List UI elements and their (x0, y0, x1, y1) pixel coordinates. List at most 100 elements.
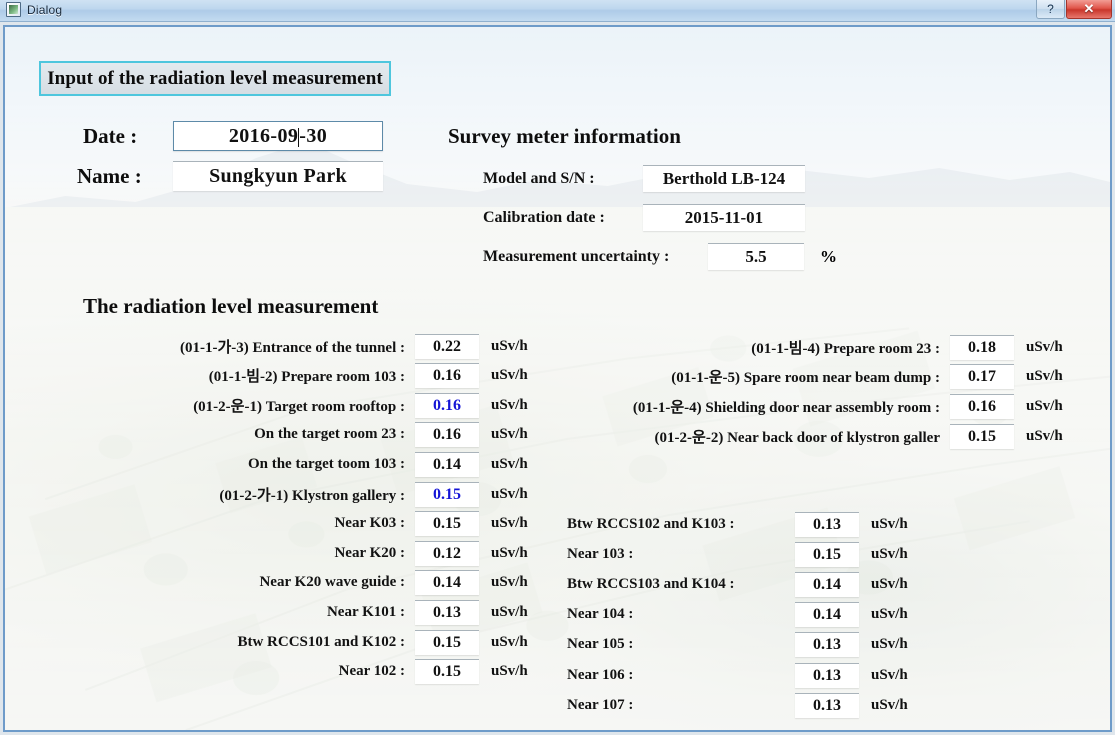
measurement-row: Near K20 wave guide : 0.14 uSv/h (105, 570, 528, 596)
measurement-value-input[interactable]: 0.18 (950, 334, 1014, 360)
measurement-value-input[interactable]: 0.22 (415, 333, 479, 359)
dialog-client-area: Input of the radiation level measurement… (0, 22, 1115, 735)
measurement-unit: uSv/h (1026, 368, 1063, 385)
survey-uncertainty-row: Measurement uncertainty : 5.5 % (483, 243, 837, 270)
measurement-unit: uSv/h (871, 515, 908, 532)
measurement-label: Near 102 : (338, 663, 405, 680)
measurement-label: (01-1-가-3) Entrance of the tunnel : (179, 339, 405, 356)
measurement-unit: uSv/h (491, 515, 528, 532)
titlebar-left-group: Dialog (6, 2, 62, 17)
measurement-value-input[interactable]: 0.13 (795, 692, 859, 718)
window-title: Dialog (27, 2, 63, 17)
measurement-unit: uSv/h (871, 666, 908, 683)
measurement-value-input[interactable]: 0.15 (415, 511, 479, 537)
measurement-row: Near 106 : 0.13 uSv/h (567, 662, 908, 688)
measurement-value-input[interactable]: 0.13 (795, 662, 859, 688)
measurement-value-input[interactable]: 0.15 (950, 423, 1014, 449)
measurement-row: Btw RCCS102 and K103 : 0.13 uSv/h (567, 511, 908, 537)
measurement-unit: uSv/h (491, 663, 528, 680)
measurement-label: On the target room 23 : (254, 426, 405, 443)
measurement-row: Near 102 : 0.15 uSv/h (105, 659, 528, 685)
measurement-label: Near 105 : (567, 636, 634, 653)
survey-model-input[interactable]: Berthold LB-124 (643, 165, 805, 192)
measurement-value-input[interactable]: 0.15 (415, 481, 479, 507)
measurement-value-input[interactable]: 0.13 (795, 632, 859, 658)
date-value-after-caret: -30 (299, 124, 328, 147)
measurement-unit: uSv/h (1026, 338, 1063, 355)
window-titlebar: Dialog ? ✕ (0, 0, 1115, 22)
measurement-unit: uSv/h (1026, 427, 1063, 444)
measurement-label: Near 104 : (567, 606, 634, 623)
date-value-before-caret: 2016-09 (228, 124, 299, 147)
measurement-label: Near K20 wave guide : (259, 574, 405, 591)
measurement-value-input[interactable]: 0.13 (415, 599, 479, 625)
measurement-unit: uSv/h (491, 574, 528, 591)
measurement-unit: uSv/h (871, 606, 908, 623)
measurement-label: Btw RCCS102 and K103 : (567, 515, 735, 532)
measurement-value-input[interactable]: 0.17 (950, 364, 1014, 390)
measurement-row: Near K20 : 0.12 uSv/h (105, 540, 528, 566)
measurement-value-input[interactable]: 0.16 (950, 394, 1014, 420)
measurement-label: Near 107 : (567, 696, 634, 713)
measurement-value-input[interactable]: 0.16 (415, 363, 479, 389)
measurement-value-input[interactable]: 0.12 (415, 540, 479, 566)
page-title: Input of the radiation level measurement (47, 67, 383, 89)
measurement-unit: uSv/h (491, 485, 528, 502)
measurement-unit: uSv/h (491, 426, 528, 443)
measurement-row: On the target toom 103 : 0.14 uSv/h (105, 451, 528, 477)
survey-model-label: Model and S/N : (483, 169, 595, 187)
name-input[interactable]: Sungkyun Park (173, 161, 383, 191)
measurement-value-input[interactable]: 0.14 (795, 571, 859, 597)
date-input[interactable]: 2016-09 -30 (173, 121, 383, 151)
measurement-value-input[interactable]: 0.16 (415, 422, 479, 448)
measurement-label: (01-2-운-2) Near back door of klystron ga… (654, 429, 940, 446)
measurement-unit: uSv/h (871, 575, 908, 592)
dialog-frame: Input of the radiation level measurement… (3, 25, 1112, 732)
measurement-unit: uSv/h (491, 603, 528, 620)
measurement-row: (01-2-운-2) Near back door of klystron ga… (575, 423, 1063, 449)
measurement-unit: uSv/h (491, 633, 528, 650)
measurement-label: Near K03 : (334, 515, 405, 532)
measurement-value-input[interactable]: 0.13 (795, 511, 859, 537)
measurement-label: Btw RCCS103 and K104 : (567, 575, 735, 592)
measurement-value-input[interactable]: 0.15 (415, 659, 479, 685)
close-button[interactable]: ✕ (1066, 0, 1112, 19)
measurement-value-input[interactable]: 0.14 (795, 602, 859, 628)
measurement-label: (01-1-빔-4) Prepare room 23 : (751, 340, 940, 357)
measurement-row: Near 107 : 0.13 uSv/h (567, 692, 908, 718)
survey-calibration-date-input[interactable]: 2015-11-01 (643, 204, 805, 231)
measurement-row: (01-1-운-4) Shielding door near assembly … (575, 394, 1063, 420)
measurement-row: On the target room 23 : 0.16 uSv/h (105, 422, 528, 448)
survey-uncertainty-unit: % (820, 246, 837, 266)
measurement-row: Near 103 : 0.15 uSv/h (567, 541, 908, 567)
measurement-label: Btw RCCS101 and K102 : (237, 633, 405, 650)
measurement-value-input[interactable]: 0.14 (415, 570, 479, 596)
name-row: Name : Sungkyun Park (77, 161, 383, 191)
measurement-value-input[interactable]: 0.14 (415, 451, 479, 477)
date-label: Date : (83, 123, 138, 148)
measurement-row: (01-1-빔-2) Prepare room 103 : 0.16 uSv/h (105, 363, 528, 389)
measurement-unit: uSv/h (491, 337, 528, 354)
survey-meter-section-title: Survey meter information (448, 124, 681, 148)
window-controls: ? ✕ (1036, 0, 1112, 19)
measurement-unit: uSv/h (491, 544, 528, 561)
application-icon (6, 2, 21, 17)
measurement-row: Btw RCCS101 and K102 : 0.15 uSv/h (105, 629, 528, 655)
measurement-row: (01-1-운-5) Spare room near beam dump : 0.… (575, 364, 1063, 390)
measurement-row: (01-1-빔-4) Prepare room 23 : 0.18 uSv/h (575, 334, 1063, 360)
measurement-row: Btw RCCS103 and K104 : 0.14 uSv/h (567, 571, 908, 597)
measurement-unit: uSv/h (1026, 398, 1063, 415)
page-title-banner[interactable]: Input of the radiation level measurement (39, 61, 391, 96)
measurement-value-input[interactable]: 0.15 (415, 629, 479, 655)
help-button[interactable]: ? (1036, 0, 1065, 19)
measurement-value-input[interactable]: 0.15 (795, 541, 859, 567)
measurement-unit: uSv/h (491, 455, 528, 472)
text-caret (298, 127, 300, 147)
survey-model-row: Model and S/N : Berthold LB-124 (483, 165, 805, 192)
date-row: Date : 2016-09 -30 (83, 121, 383, 151)
measurement-section-title: The radiation level measurement (83, 294, 379, 318)
measurement-label: (01-1-운-5) Spare room near beam dump : (671, 370, 940, 387)
measurement-label: Near 103 : (567, 545, 634, 562)
survey-uncertainty-input[interactable]: 5.5 (708, 243, 804, 270)
measurement-value-input[interactable]: 0.16 (415, 392, 479, 418)
